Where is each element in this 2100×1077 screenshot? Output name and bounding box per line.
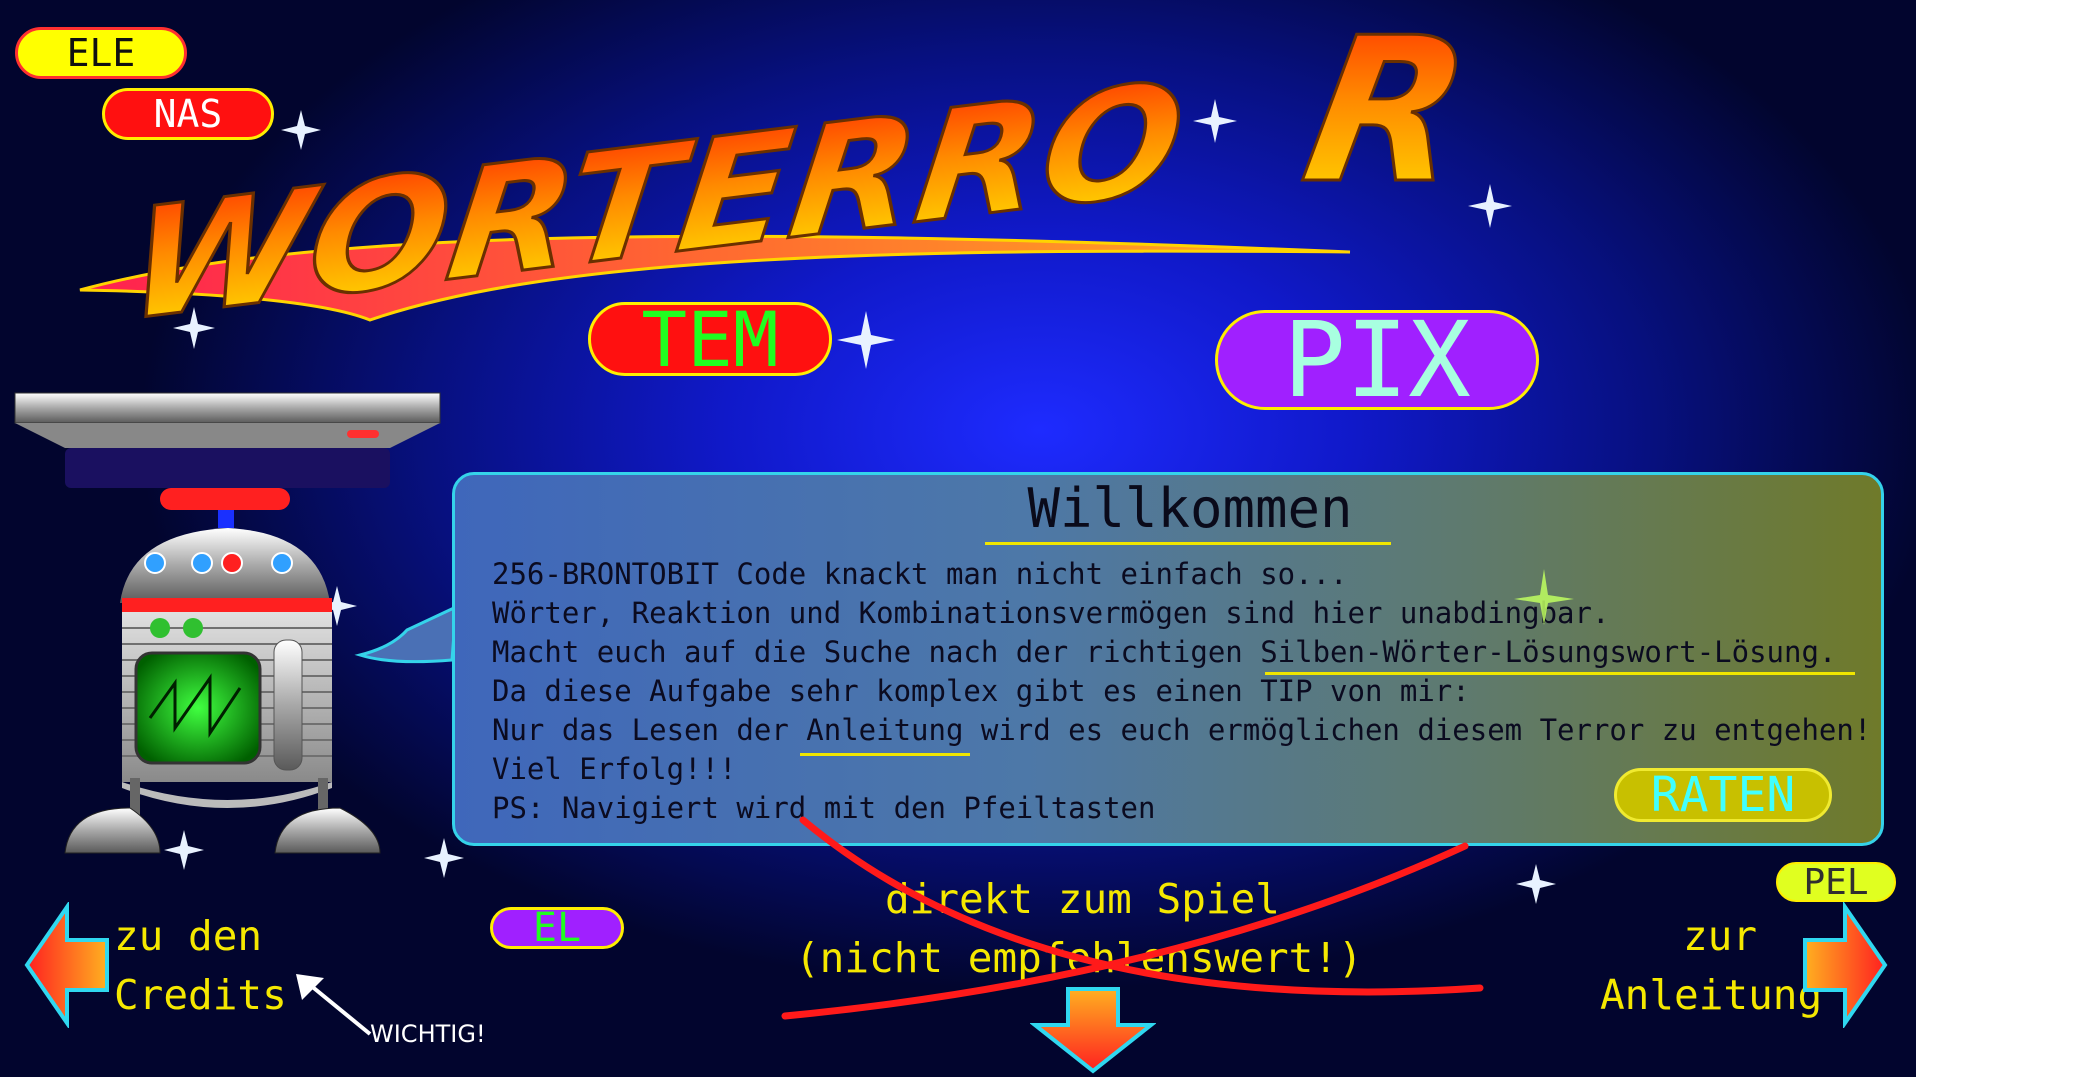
raten-button[interactable]: RATEN (1614, 767, 1832, 823)
underline-loesung (1265, 672, 1855, 675)
arrow-down-icon[interactable] (1030, 985, 1156, 1075)
welcome-line-5: Nur das Lesen der Anleitung wird es euch… (492, 713, 1872, 747)
manual-link-line1[interactable]: zur (1683, 907, 1757, 965)
bubble-tail (354, 605, 458, 664)
welcome-line-6: Viel Erfolg!!! (492, 752, 737, 786)
title-underline (985, 542, 1391, 545)
credits-link-line1[interactable]: zu den (114, 907, 262, 965)
manual-link-line2[interactable]: Anleitung (1600, 966, 1822, 1024)
underline-anleitung (800, 753, 970, 756)
welcome-title: Willkommen (1027, 477, 1353, 540)
sparkle-icon (281, 110, 321, 150)
welcome-line-1: 256-BRONTOBIT Code knackt man nicht einf… (492, 557, 1348, 591)
game-scene: WORTERRO R ELE NAS TEM PIX EL PEL Willko… (0, 0, 1916, 1077)
arrow-right-icon[interactable] (1800, 902, 1890, 1028)
sparkle-icon (173, 307, 215, 349)
sparkle-icon (1468, 184, 1512, 228)
pointer-arrow-icon (296, 974, 372, 1036)
sparkle-icon (837, 311, 895, 369)
credits-link-line2[interactable]: Credits (114, 966, 287, 1024)
welcome-line-4: Da diese Aufgabe sehr komplex gibt es ei… (492, 674, 1470, 708)
welcome-line-3: Macht euch auf die Suche nach der richti… (492, 635, 1837, 669)
sparkle-icon (1193, 99, 1237, 143)
arrow-left-icon[interactable] (22, 902, 112, 1028)
sparkle-icon (1516, 864, 1556, 904)
welcome-line-2: Wörter, Reaktion und Kombinationsvermöge… (492, 596, 1610, 630)
sparkle-icon (1514, 569, 1574, 625)
wichtig-note: WICHTIG! (370, 1020, 486, 1048)
